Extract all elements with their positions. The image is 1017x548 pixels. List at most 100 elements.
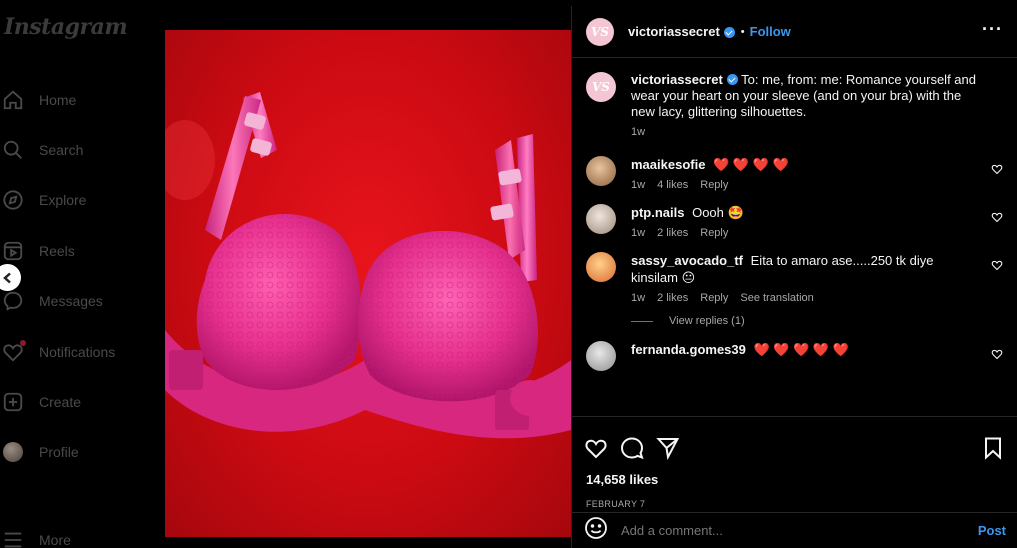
messenger-icon <box>2 290 24 312</box>
sidebar-item-more[interactable]: More <box>2 527 71 548</box>
comment-username[interactable]: ptp.nails <box>631 205 684 220</box>
sidebar-item-label: Reels <box>39 243 75 259</box>
avatar <box>3 442 23 462</box>
post-date[interactable]: FEBRUARY 7 <box>572 499 1017 509</box>
comment-username[interactable]: maaikesofie <box>631 157 705 172</box>
sidebar-item-reels[interactable]: Reels <box>2 238 75 264</box>
notification-dot <box>20 340 26 346</box>
heart-icon <box>2 340 26 363</box>
see-translation-link[interactable]: See translation <box>740 292 813 304</box>
comment-body: fernanda.gomes39 ❤️ ❤️ ❤️ ❤️ ❤️ <box>631 341 981 358</box>
replies-divider <box>631 320 653 322</box>
like-comment-heart-icon[interactable] <box>991 162 1003 175</box>
comment-likes[interactable]: 4 likes <box>657 179 688 191</box>
comment-item: sassy_avocado_tf Eita to amaro ase.....2… <box>586 252 1003 304</box>
author-avatar[interactable]: VS <box>586 17 614 46</box>
verified-badge-icon <box>726 74 738 85</box>
commenter-avatar[interactable] <box>586 156 616 186</box>
reels-icon <box>2 240 24 262</box>
like-comment-heart-icon[interactable] <box>991 210 1003 223</box>
sidebar-item-label: Messages <box>39 293 103 309</box>
comments-list[interactable]: VS victoriassecret To: me, from: me: Rom… <box>572 58 1017 416</box>
sidebar-item-label: Notifications <box>39 344 116 360</box>
comment-likes[interactable]: 2 likes <box>657 227 688 239</box>
comment-text: ❤️ ❤️ ❤️ ❤️ <box>713 157 789 172</box>
caption-meta: 1w <box>631 126 986 138</box>
home-icon <box>2 89 24 111</box>
like-heart-icon[interactable] <box>584 436 608 460</box>
sidebar-item-home[interactable]: Home <box>2 87 76 113</box>
comment-text: ❤️ ❤️ ❤️ ❤️ ❤️ <box>753 342 849 357</box>
comment-age: 1w <box>631 227 646 239</box>
comment-body: maaikesofie ❤️ ❤️ ❤️ ❤️ <box>631 156 981 173</box>
plus-square-icon <box>2 391 24 413</box>
comment-item: ptp.nails Oooh 🤩 1w 2 likes Reply <box>586 204 1003 239</box>
sidebar-item-label: More <box>39 532 71 548</box>
reply-button[interactable]: Reply <box>700 292 728 304</box>
comment-likes[interactable]: 2 likes <box>657 292 688 304</box>
caption-age: 1w <box>631 126 646 138</box>
like-comment-heart-icon[interactable] <box>991 347 1003 360</box>
previous-post-button[interactable] <box>0 264 21 291</box>
share-send-icon[interactable] <box>656 436 680 460</box>
comment-bubble-icon[interactable] <box>620 436 644 460</box>
bookmark-icon[interactable] <box>981 436 1005 460</box>
post-caption: VS victoriassecret To: me, from: me: Rom… <box>586 72 1003 138</box>
post-image[interactable] <box>165 30 571 537</box>
chevron-left-icon <box>2 272 11 283</box>
caption-text-block: victoriassecret To: me, from: me: Romanc… <box>631 72 986 120</box>
more-options-icon[interactable]: ··· <box>982 20 1003 38</box>
post-actions-bar <box>572 416 1017 478</box>
comment-body: ptp.nails Oooh 🤩 <box>631 204 981 221</box>
caption-avatar[interactable]: VS <box>586 72 616 102</box>
search-icon <box>2 139 24 161</box>
commenter-avatar[interactable] <box>586 341 616 371</box>
add-comment-bar: Post <box>572 512 1017 548</box>
reply-button[interactable]: Reply <box>700 179 728 191</box>
commenter-avatar[interactable] <box>586 252 616 282</box>
post-detail-panel: VS victoriassecret • Follow ··· VS victo… <box>571 6 1017 548</box>
follow-button[interactable]: Follow <box>750 24 791 39</box>
sidebar-item-label: Create <box>39 394 82 410</box>
comment-item: fernanda.gomes39 ❤️ ❤️ ❤️ ❤️ ❤️ <box>586 341 1003 371</box>
sidebar-item-search[interactable]: Search <box>2 137 83 163</box>
post-header: VS victoriassecret • Follow ··· <box>572 6 1017 58</box>
view-replies-label: View replies (1) <box>669 315 745 327</box>
like-comment-heart-icon[interactable] <box>991 258 1003 271</box>
compass-icon <box>2 189 24 211</box>
bra-illustration <box>165 92 571 439</box>
sidebar-item-explore[interactable]: Explore <box>2 187 86 213</box>
comment-item: maaikesofie ❤️ ❤️ ❤️ ❤️ 1w 4 likes Reply <box>586 156 1003 191</box>
sidebar-item-profile[interactable]: Profile <box>2 439 79 465</box>
sidebar-item-label: Explore <box>39 192 87 208</box>
comment-username[interactable]: sassy_avocado_tf <box>631 253 743 268</box>
reply-button[interactable]: Reply <box>700 227 728 239</box>
sidebar-item-label: Profile <box>39 444 79 460</box>
comment-body: sassy_avocado_tf Eita to amaro ase.....2… <box>631 252 981 286</box>
sidebar-item-messages[interactable]: Messages <box>2 288 103 314</box>
comment-username[interactable]: fernanda.gomes39 <box>631 342 746 357</box>
comment-meta: 1w 2 likes Reply See translation <box>631 292 981 304</box>
verified-badge-icon <box>723 27 735 38</box>
sidebar-item-create[interactable]: Create <box>2 389 81 415</box>
emoji-smiley-icon[interactable] <box>584 516 608 545</box>
sidebar: Instagram Home Search Explore Reels Mess… <box>0 0 165 548</box>
instagram-logo[interactable]: Instagram <box>4 14 128 40</box>
comment-meta: 1w 4 likes Reply <box>631 179 981 191</box>
comment-age: 1w <box>631 292 646 304</box>
commenter-avatar[interactable] <box>586 204 616 234</box>
comment-meta: 1w 2 likes Reply <box>631 227 981 239</box>
caption-username[interactable]: victoriassecret <box>631 72 723 87</box>
comment-text: Oooh 🤩 <box>692 205 744 220</box>
profile-avatar <box>2 441 24 463</box>
sidebar-item-notifications[interactable]: Notifications <box>2 339 115 365</box>
separator-dot: • <box>740 25 745 38</box>
view-replies-button[interactable]: View replies (1) <box>631 315 1003 327</box>
post-comment-button[interactable]: Post <box>978 523 1006 538</box>
sidebar-item-label: Home <box>39 92 77 108</box>
author-username[interactable]: victoriassecret <box>628 24 720 39</box>
comment-age: 1w <box>631 179 646 191</box>
menu-icon <box>2 529 24 548</box>
sidebar-item-label: Search <box>39 142 84 158</box>
comment-input[interactable] <box>621 523 978 538</box>
